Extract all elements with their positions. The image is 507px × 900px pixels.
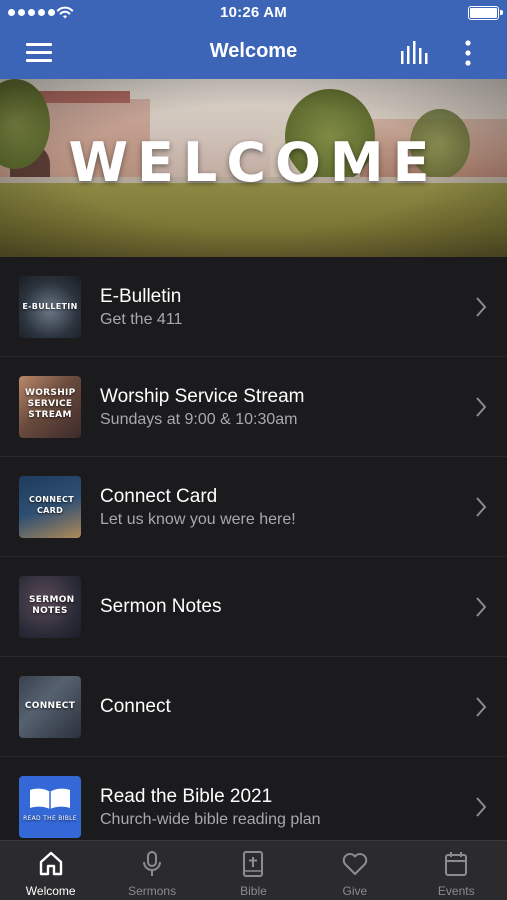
list-item-title: Read the Bible 2021 xyxy=(100,786,273,807)
chevron-right-icon xyxy=(476,497,487,517)
open-book-icon xyxy=(30,788,70,809)
audio-equalizer-icon[interactable] xyxy=(398,41,432,65)
list-item-connect[interactable]: CONNECT Connect xyxy=(0,657,507,757)
tab-give[interactable]: Give xyxy=(304,841,405,900)
nav-bar: Welcome xyxy=(0,27,507,79)
banner-title: WELCOME xyxy=(68,131,439,194)
tab-sermons[interactable]: Sermons xyxy=(101,841,202,900)
microphone-icon xyxy=(143,851,162,876)
bible-reading-plan-thumbnail: READ THE BIBLE xyxy=(19,776,81,838)
tab-bar: Welcome Sermons Bible Give Events xyxy=(0,840,507,900)
e-bulletin-thumbnail: E-BULLETIN xyxy=(19,276,81,338)
list-item-connect-card[interactable]: CONNECT CARD Connect Card Let us know yo… xyxy=(0,457,507,557)
chevron-right-icon xyxy=(476,397,487,417)
list-item-worship-service-stream[interactable]: WORSHIP SERVICE STREAM Worship Service S… xyxy=(0,357,507,457)
list-item-title: Connect xyxy=(100,696,171,717)
sermon-notes-thumbnail: SERMON NOTES xyxy=(19,576,81,638)
bible-icon xyxy=(243,851,264,877)
welcome-banner: WELCOME xyxy=(0,79,507,257)
chevron-right-icon xyxy=(476,597,487,617)
status-bar: 10:26 AM xyxy=(0,0,507,27)
list-item-title: Sermon Notes xyxy=(100,596,222,617)
battery-icon xyxy=(468,6,503,20)
list-item-subtitle: Church-wide bible reading plan xyxy=(100,811,321,828)
top-bar: 10:26 AM Welcome xyxy=(0,0,507,79)
menu-list: E-BULLETIN E-Bulletin Get the 411 WORSHI… xyxy=(0,257,507,840)
connect-thumbnail: CONNECT xyxy=(19,676,81,738)
tab-events[interactable]: Events xyxy=(406,841,507,900)
calendar-icon xyxy=(445,852,468,876)
heart-icon xyxy=(342,853,368,875)
list-item-sermon-notes[interactable]: SERMON NOTES Sermon Notes xyxy=(0,557,507,657)
list-item-title: E-Bulletin xyxy=(100,286,182,307)
list-item-subtitle: Sundays at 9:00 & 10:30am xyxy=(100,411,298,428)
tab-welcome[interactable]: Welcome xyxy=(0,841,101,900)
list-item-title: Worship Service Stream xyxy=(100,386,305,407)
list-item-subtitle: Get the 411 xyxy=(100,311,183,328)
chevron-right-icon xyxy=(476,797,487,817)
worship-stream-thumbnail: WORSHIP SERVICE STREAM xyxy=(19,376,81,438)
list-item-title: Connect Card xyxy=(100,486,218,507)
more-vertical-icon[interactable] xyxy=(458,38,478,68)
connect-card-thumbnail: CONNECT CARD xyxy=(19,476,81,538)
list-item-read-the-bible[interactable]: READ THE BIBLE Read the Bible 2021 Churc… xyxy=(0,757,507,840)
tab-bible[interactable]: Bible xyxy=(203,841,304,900)
list-item-subtitle: Let us know you were here! xyxy=(100,511,296,528)
chevron-right-icon xyxy=(476,297,487,317)
list-item-e-bulletin[interactable]: E-BULLETIN E-Bulletin Get the 411 xyxy=(0,257,507,357)
chevron-right-icon xyxy=(476,697,487,717)
home-icon xyxy=(39,851,62,876)
status-time: 10:26 AM xyxy=(220,4,287,21)
